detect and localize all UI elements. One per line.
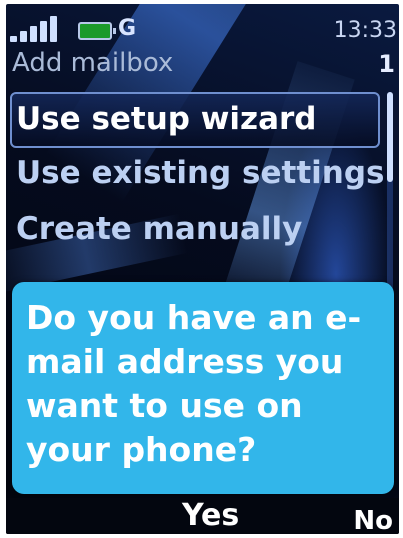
menu-list: Use setup wizard Use existing settings C… xyxy=(6,92,386,260)
network-type-indicator: G xyxy=(118,16,137,41)
no-softkey[interactable]: No xyxy=(353,506,393,534)
page-indicator: 1 xyxy=(378,50,395,78)
menu-item-use-existing-settings[interactable]: Use existing settings xyxy=(6,148,386,204)
menu-item-create-manually[interactable]: Create manually xyxy=(6,204,386,260)
softkey-bar: Yes No xyxy=(6,498,399,534)
signal-bars-icon xyxy=(10,16,70,42)
query-dialog: Do you have an e-mail address you want t… xyxy=(12,282,394,494)
menu-item-use-setup-wizard[interactable]: Use setup wizard xyxy=(10,92,380,148)
view-title: Add mailbox xyxy=(12,48,174,78)
phone-screen: G 13:33 Add mailbox 1 Use setup wizard U… xyxy=(6,4,399,534)
clock: 13:33 xyxy=(333,18,397,43)
battery-icon xyxy=(78,22,116,40)
title-row: Add mailbox 1 xyxy=(6,46,399,84)
menu-item-label: Create manually xyxy=(16,211,303,247)
menu-item-label: Use existing settings xyxy=(16,155,385,191)
menu-item-label: Use setup wizard xyxy=(16,101,317,137)
yes-softkey[interactable]: Yes xyxy=(182,498,239,533)
scrollbar-thumb[interactable] xyxy=(387,92,393,182)
status-bar: G 13:33 xyxy=(6,4,399,44)
dialog-message: Do you have an e-mail address you want t… xyxy=(26,298,362,469)
